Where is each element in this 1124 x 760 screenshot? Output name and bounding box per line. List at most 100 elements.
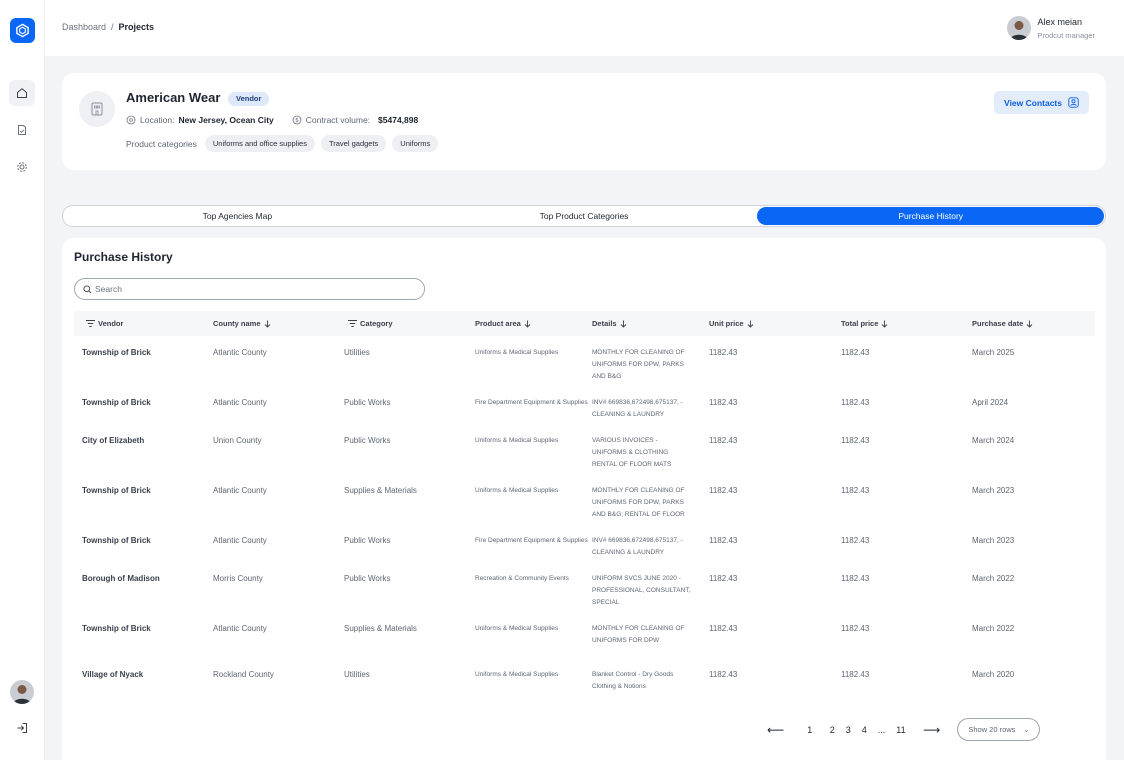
column-vendor[interactable]: Vendor — [83, 311, 123, 336]
contract-label: Contract volume: — [305, 115, 371, 125]
tab-purchase-history[interactable]: Purchase History — [757, 207, 1105, 225]
cell-details: MONTHLY FOR CLEANING OF UNIFORMS FOR DPW… — [592, 487, 685, 518]
chevron-down-icon: ⌄ — [1023, 726, 1030, 734]
cell-total-price: 1182.43 — [841, 398, 870, 407]
breadcrumb-separator: / — [111, 22, 114, 32]
vendor-badge: Vendor — [228, 92, 270, 106]
cell-details: INV# 669836,672498,675137, - CLEANING & … — [592, 399, 683, 418]
column-total-price[interactable]: Total price — [841, 311, 891, 336]
cell-county: Atlantic County — [213, 536, 267, 545]
sidebar-item-home[interactable] — [9, 80, 35, 106]
column-unit-price[interactable]: Unit price — [709, 311, 757, 336]
location-icon — [126, 115, 136, 125]
cell-product-area: Recreation & Community Events — [475, 575, 569, 582]
cell-product-area: Uniforms & Medical Supplies — [475, 671, 559, 678]
column-county[interactable]: County name — [213, 311, 274, 336]
document-icon — [18, 125, 26, 135]
rows-per-page-select[interactable]: Show 20 rows ⌄ — [957, 718, 1041, 741]
top-bar: Dashboard / Projects Alex meian Prodcut ma… — [45, 0, 1124, 56]
view-contacts-label: View Contacts — [1004, 97, 1062, 108]
column-category[interactable]: Category — [345, 311, 393, 336]
vendor-card: American Wear Vendor Location: New Jersey… — [62, 73, 1106, 170]
arrow-down-icon — [524, 320, 531, 328]
sidebar-item-documents[interactable] — [9, 117, 35, 143]
cell-unit-price: 1182.43 — [709, 436, 738, 445]
avatar[interactable] — [10, 680, 34, 704]
column-label: Total price — [841, 319, 879, 328]
cell-details: INV# 669836,672498,675137, - CLEANING & … — [592, 537, 683, 556]
next-page-button[interactable]: ⟶ — [923, 723, 940, 737]
page-4[interactable]: 4 — [862, 725, 867, 735]
column-details[interactable]: Details — [592, 311, 630, 336]
cell-total-price: 1182.43 — [841, 624, 870, 633]
cell-category: Public Works — [344, 574, 391, 583]
page-2[interactable]: 2 — [830, 725, 835, 735]
cell-vendor: Township of Brick — [82, 486, 151, 495]
view-contacts-button[interactable]: View Contacts — [994, 91, 1089, 114]
category-chip[interactable]: Uniforms and office supplies — [204, 135, 315, 152]
cell-purchase-date: April 2024 — [972, 398, 1009, 407]
cell-total-price: 1182.43 — [841, 348, 870, 357]
column-label: County name — [213, 319, 261, 328]
cell-unit-price: 1182.43 — [709, 486, 738, 495]
location-value: New Jersey, Ocean City — [178, 115, 274, 125]
rows-select-label: Show 20 rows — [968, 725, 1016, 734]
contract-value: $5474,898 — [378, 115, 419, 125]
arrow-down-icon — [1026, 320, 1033, 328]
cell-category: Public Works — [344, 436, 391, 445]
page-11[interactable]: 11 — [896, 725, 905, 735]
building-icon — [79, 91, 115, 127]
user-profile[interactable]: Alex meian Prodcut manager — [1007, 16, 1095, 40]
app-logo-icon[interactable] — [10, 18, 35, 43]
cell-purchase-date: March 2024 — [972, 436, 1015, 445]
cell-purchase-date: March 2025 — [972, 348, 1015, 357]
cell-purchase-date: March 2023 — [972, 536, 1015, 545]
purchase-history-card: Purchase History Vendor County name Cate… — [62, 238, 1106, 760]
filter-icon — [348, 320, 357, 327]
cell-county: Atlantic County — [213, 624, 267, 633]
arrow-down-icon — [882, 320, 888, 328]
user-role: Prodcut manager — [1037, 30, 1095, 40]
svg-text:$: $ — [295, 117, 299, 124]
cell-vendor: Township of Brick — [82, 398, 151, 407]
cell-purchase-date: March 2022 — [972, 574, 1015, 583]
cell-product-area: Uniforms & Medical Supplies — [475, 349, 559, 356]
page-1[interactable]: 1 — [807, 725, 812, 735]
sidebar-item-settings[interactable] — [9, 154, 35, 180]
cell-category: Utilities — [344, 348, 370, 357]
avatar — [1007, 16, 1032, 40]
tab-top-product-categories[interactable]: Top Product Categories — [411, 207, 758, 225]
cell-unit-price: 1182.43 — [709, 624, 738, 633]
search-input[interactable] — [95, 284, 395, 294]
cell-category: Public Works — [344, 398, 391, 407]
column-product-area[interactable]: Product area — [475, 311, 534, 336]
category-chip[interactable]: Travel gadgets — [320, 135, 387, 152]
cell-category: Utilities — [344, 670, 370, 679]
cell-unit-price: 1182.43 — [709, 348, 738, 357]
cell-product-area: Fire Department Equipment & Supplies — [475, 399, 588, 406]
breadcrumb-dashboard[interactable]: Dashboard — [62, 22, 106, 32]
tab-top-agencies-map[interactable]: Top Agencies Map — [64, 207, 411, 225]
search-box[interactable] — [74, 278, 425, 300]
cell-county: Morris County — [213, 574, 263, 583]
cell-unit-price: 1182.43 — [709, 574, 738, 583]
cell-county: Union County — [213, 436, 262, 445]
gear-icon — [17, 162, 27, 172]
column-label: Category — [360, 319, 393, 328]
cell-county: Atlantic County — [213, 486, 267, 495]
cell-category: Supplies & Materials — [344, 486, 417, 495]
cell-product-area: Uniforms & Medical Supplies — [475, 487, 559, 494]
column-purchase-date[interactable]: Purchase date — [972, 311, 1036, 336]
cell-total-price: 1182.43 — [841, 670, 870, 679]
column-label: Product area — [475, 319, 521, 328]
cell-county: Atlantic County — [213, 348, 267, 357]
vendor-contract: $ Contract volume: $5474,898 — [292, 115, 418, 125]
cell-unit-price: 1182.43 — [709, 398, 738, 407]
logout-button[interactable] — [9, 715, 35, 741]
cell-vendor: Village of Nyack — [82, 670, 144, 679]
category-chip[interactable]: Uniforms — [392, 135, 439, 152]
cell-total-price: 1182.43 — [841, 536, 870, 545]
page-3[interactable]: 3 — [846, 725, 851, 735]
prev-page-button[interactable]: ⟵ — [767, 723, 784, 737]
cell-category: Supplies & Materials — [344, 624, 417, 633]
